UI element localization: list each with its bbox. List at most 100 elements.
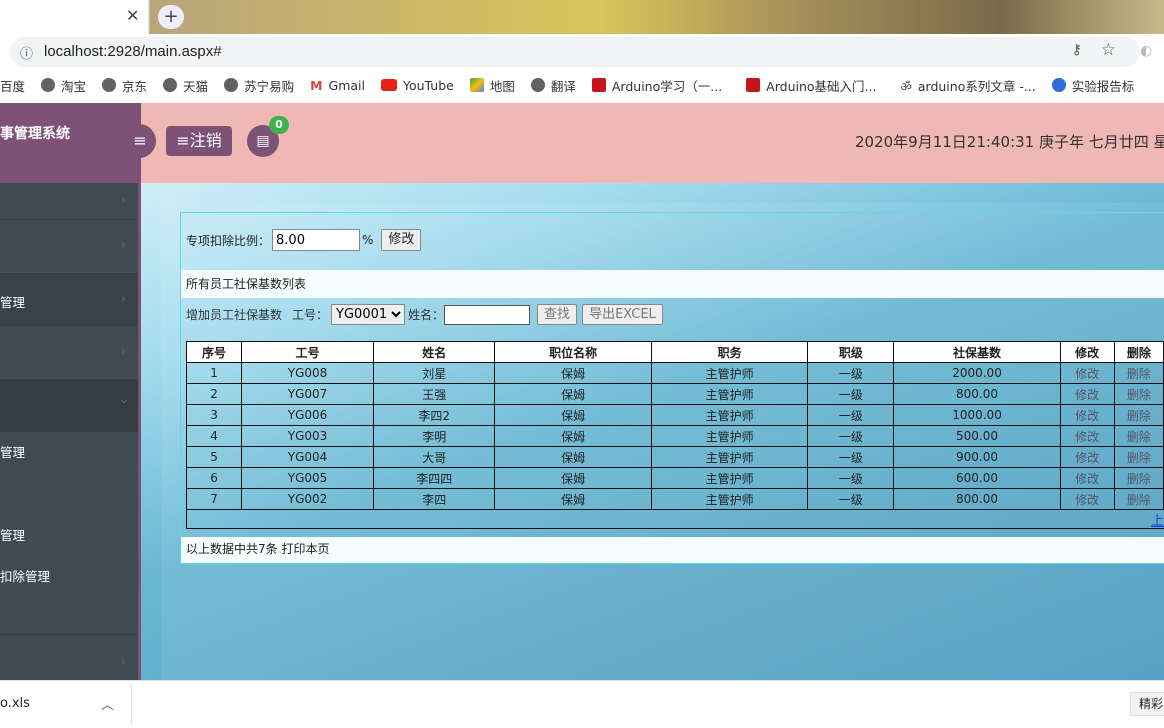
delete-link[interactable]: 删除 xyxy=(1113,404,1164,426)
sidebar-item[interactable]: 管理 › xyxy=(0,274,138,326)
bookmark-label: YouTube xyxy=(403,77,454,93)
table-cell: 800.00 xyxy=(893,383,1061,405)
sidebar-subitem[interactable]: 管理 xyxy=(0,514,138,555)
table-cell: 主管护师 xyxy=(650,446,809,468)
emp-id-label: 工号： xyxy=(292,308,329,322)
bookmark-item[interactable]: M Gmail xyxy=(310,78,365,94)
hamburger-icon: ≡ xyxy=(176,131,190,150)
sidebar-item-label: 扣除管理 xyxy=(0,569,51,584)
arduino-site-icon: ॐ xyxy=(900,79,912,94)
bookmark-item[interactable]: ॐ arduino系列文章 -... xyxy=(900,76,1035,95)
table-cell: 4 xyxy=(185,425,243,447)
rate-input[interactable] xyxy=(272,229,361,251)
social-base-table: 序号 工号 姓名 职位名称 职务 职级 社保基数 修改 删除 1 YG008 刘星 保姆 主管护师 一级 2… xyxy=(185,341,1164,510)
sidebar-subitem[interactable] xyxy=(0,473,138,514)
edit-link[interactable]: 修改 xyxy=(1059,383,1115,405)
table-cell: 主管护师 xyxy=(650,383,809,405)
search-button[interactable]: 查找 xyxy=(537,304,578,325)
edit-link[interactable]: 修改 xyxy=(1059,404,1115,426)
delete-link[interactable]: 删除 xyxy=(1113,467,1164,489)
bookmark-label: 实验报告标 xyxy=(1071,78,1135,94)
bookmark-item[interactable]: Arduino学习（一... xyxy=(591,76,722,95)
table-cell: 3 xyxy=(185,404,243,426)
edit-link[interactable]: 修改 xyxy=(1059,488,1115,510)
delete-link[interactable]: 删除 xyxy=(1113,383,1164,405)
edit-link[interactable]: 修改 xyxy=(1059,362,1115,384)
table-cell: YG007 xyxy=(241,383,375,405)
tab-close-icon[interactable]: ✕ xyxy=(126,6,139,25)
extension-icon[interactable]: ◐ xyxy=(1140,43,1152,59)
emp-id-select[interactable]: YG0001 xyxy=(331,304,406,325)
export-excel-button[interactable]: 导出EXCEL xyxy=(582,304,663,325)
table-cell: 李四四 xyxy=(373,467,496,489)
download-bar xyxy=(0,680,1164,728)
key-icon[interactable]: ⚷ xyxy=(1072,42,1082,58)
sidebar-item[interactable]: › xyxy=(0,326,138,380)
info-icon[interactable]: ⓘ xyxy=(20,43,33,62)
delete-link[interactable]: 删除 xyxy=(1113,446,1164,468)
table-row: 5 YG004 大哥 保姆 主管护师 一级 900.00 修改 删除 xyxy=(185,446,1164,468)
hamburger-icon: ≡ xyxy=(133,131,147,150)
prev-page-link[interactable]: 上 xyxy=(1151,510,1164,529)
new-tab-button[interactable]: + xyxy=(158,5,184,29)
sidebar-item-expanded[interactable]: › xyxy=(0,380,138,432)
name-label: 姓名： xyxy=(408,308,445,322)
gmail-icon: M xyxy=(310,78,323,93)
address-bar[interactable]: ⓘ localhost:2928/main.aspx# ⚷ ☆ xyxy=(10,37,1140,67)
sidebar-item[interactable]: › xyxy=(0,183,138,220)
bookmark-item[interactable]: 翻译 xyxy=(530,76,576,95)
inbox-icon: ▤ xyxy=(256,133,270,149)
table-cell: 王强 xyxy=(373,383,496,405)
bookmark-item[interactable]: 苏宁易购 xyxy=(224,76,294,95)
bookmark-label: 翻译 xyxy=(550,78,576,94)
bookmark-label: Arduino基础入门... xyxy=(766,78,877,94)
bookmark-item[interactable]: 实验报告标 xyxy=(1051,76,1135,95)
rate-unit: % xyxy=(362,233,374,247)
floating-button[interactable]: 精彩 xyxy=(1130,692,1164,716)
bookmark-item[interactable]: 京东 xyxy=(102,76,147,95)
app-title: 事管理系统 xyxy=(0,126,70,142)
table-cell: 主管护师 xyxy=(650,488,809,510)
edit-link[interactable]: 修改 xyxy=(1059,425,1115,447)
sidebar-subitem[interactable]: 扣除管理 xyxy=(0,555,138,635)
chevron-up-icon[interactable]: ︿ xyxy=(101,694,114,713)
download-file-name[interactable]: o.xls xyxy=(0,696,30,711)
bookmark-star-icon[interactable]: ☆ xyxy=(1101,40,1116,60)
column-header: 工号 xyxy=(241,341,375,363)
name-input[interactable] xyxy=(444,304,531,325)
table-cell: 大哥 xyxy=(373,446,496,468)
edit-link[interactable]: 修改 xyxy=(1059,467,1115,489)
sidebar-item[interactable]: › xyxy=(0,635,138,680)
edit-link[interactable]: 修改 xyxy=(1059,446,1115,468)
table-cell: 5 xyxy=(185,446,243,468)
chevron-down-icon: › xyxy=(115,398,131,405)
globe-icon xyxy=(163,78,178,92)
url-text[interactable]: localhost:2928/main.aspx# xyxy=(44,43,222,60)
column-header: 职位名称 xyxy=(494,341,652,363)
sidebar-item-label: 管理 xyxy=(0,445,26,460)
delete-link[interactable]: 删除 xyxy=(1113,488,1164,510)
sidebar-subitem[interactable]: 管理 xyxy=(0,432,138,473)
delete-link[interactable]: 删除 xyxy=(1113,425,1164,447)
bookmark-item[interactable]: 地图 xyxy=(469,76,515,95)
table-row: 1 YG008 刘星 保姆 主管护师 一级 2000.00 修改 删除 xyxy=(185,362,1164,384)
table-cell: 6 xyxy=(185,467,243,489)
globe-icon xyxy=(530,78,545,92)
delete-link[interactable]: 删除 xyxy=(1113,362,1164,384)
logout-button[interactable]: ≡注销 xyxy=(166,126,232,156)
table-cell: 一级 xyxy=(807,467,895,489)
logout-label: 注销 xyxy=(189,131,222,150)
bookmark-item[interactable]: 淘宝 xyxy=(41,76,86,95)
table-cell: YG003 xyxy=(241,425,375,447)
table-cell: 保姆 xyxy=(494,488,652,510)
sidebar-item[interactable]: › xyxy=(0,220,138,274)
column-header: 序号 xyxy=(185,341,243,363)
bookmark-item[interactable]: 天猫 xyxy=(163,76,208,95)
bookmark-item[interactable]: 百度 xyxy=(0,76,25,95)
table-cell: YG005 xyxy=(241,467,375,489)
bookmark-item[interactable]: Arduino基础入门... xyxy=(746,76,876,95)
table-cell: YG002 xyxy=(241,488,375,510)
add-social-base-link[interactable]: 增加员工社保基数 xyxy=(186,306,282,323)
bookmark-item[interactable]: YouTube xyxy=(381,78,454,93)
modify-rate-button[interactable]: 修改 xyxy=(381,229,422,251)
